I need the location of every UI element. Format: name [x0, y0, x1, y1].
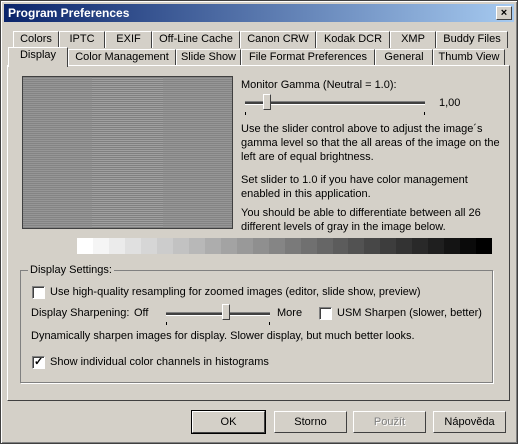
color-channels-label[interactable]: Show individual color channels in histog… [50, 356, 269, 368]
sharpening-label: Display Sharpening: [31, 307, 130, 319]
gray-level-swatch [284, 238, 301, 254]
sharpening-slider-ticks [166, 322, 270, 326]
sharpening-more-label: More [277, 307, 303, 319]
sharpening-slider-thumb[interactable] [222, 304, 231, 320]
gamma-description-line: gamma level so that the all areas of the… [241, 137, 500, 149]
gray-level-swatch [92, 238, 109, 254]
tab-display[interactable]: Display [8, 47, 68, 67]
gray-level-swatch [236, 238, 253, 254]
help-button[interactable]: Nápověda [433, 411, 506, 433]
gray-level-swatch [204, 238, 221, 254]
gray-level-swatch [156, 238, 173, 254]
gray-level-swatch [396, 238, 413, 254]
usm-sharpen-checkbox[interactable] [319, 307, 332, 320]
gray-level-swatch [124, 238, 141, 254]
gray-level-swatch [460, 238, 477, 254]
gray-level-swatch [348, 238, 365, 254]
gray-level-swatch [444, 238, 461, 254]
gray-level-swatch [108, 238, 125, 254]
gray-level-swatch [140, 238, 157, 254]
gamma-slider-thumb[interactable] [262, 94, 271, 110]
hq-resampling-checkbox[interactable] [32, 286, 45, 299]
gamma-value: 1,00 [439, 97, 461, 109]
gamma-label: Monitor Gamma (Neutral = 1.0): [241, 79, 397, 91]
gray-levels-bar [77, 238, 493, 254]
hq-resampling-label[interactable]: Use high-quality resampling for zoomed i… [50, 286, 421, 298]
gray-level-swatch [316, 238, 333, 254]
gamma-slider-track[interactable] [245, 101, 425, 105]
gamma-description-line: left are of equal brightness. [241, 151, 374, 163]
tab-thumb-view[interactable]: Thumb View [433, 49, 505, 66]
gamma-note-line: Set slider to 1.0 if you have color mana… [241, 174, 468, 186]
tab-color-management[interactable]: Color Management [68, 49, 176, 66]
gamma-description: Use the slider control above to adjust t… [241, 122, 500, 164]
gray-level-swatch [428, 238, 445, 254]
tab-iptc[interactable]: IPTC [59, 31, 105, 48]
sharpening-off-label: Off [134, 307, 149, 319]
tab-exif[interactable]: EXIF [105, 31, 152, 48]
gray-level-swatch [172, 238, 189, 254]
slider-tick [245, 112, 246, 115]
tab-canon-crw[interactable]: Canon CRW [240, 31, 316, 48]
gray-levels-note-line: different levels of gray in the image be… [241, 221, 446, 233]
gamma-description-line: Use the slider control above to adjust t… [241, 123, 483, 135]
slider-tick [166, 322, 167, 325]
gray-levels-note-line: You should be able to differentiate betw… [241, 207, 481, 219]
tab-slide-show[interactable]: Slide Show [176, 49, 241, 66]
color-channels-checkbox[interactable]: ✓ [32, 356, 45, 369]
gray-level-swatch [332, 238, 349, 254]
gray-level-swatch [252, 238, 269, 254]
slider-tick [269, 322, 270, 325]
title-bar[interactable]: Program Preferences × [4, 4, 514, 22]
tab-xmp[interactable]: XMP [390, 31, 436, 48]
window-title: Program Preferences [8, 6, 130, 20]
tab-colors[interactable]: Colors [13, 31, 59, 48]
check-mark-icon: ✓ [34, 356, 44, 368]
apply-button[interactable]: Použít [353, 411, 426, 433]
sharpening-slider-track[interactable] [166, 312, 270, 316]
tab-buddy-files[interactable]: Buddy Files [436, 31, 508, 48]
gamma-test-image [22, 76, 233, 229]
sharpen-description: Dynamically sharpen images for display. … [31, 330, 415, 342]
ok-button[interactable]: OK [191, 410, 266, 434]
usm-sharpen-label[interactable]: USM Sharpen (slower, better) [337, 307, 482, 319]
gray-level-swatch [268, 238, 285, 254]
gray-levels-note: You should be able to differentiate betw… [241, 206, 481, 234]
tab-file-format-preferences[interactable]: File Format Preferences [241, 49, 375, 66]
gray-level-swatch [77, 238, 93, 254]
gamma-note-line: enabled in this application. [241, 188, 371, 200]
gamma-slider-ticks [245, 112, 425, 116]
gray-level-swatch [188, 238, 205, 254]
display-settings-title: Display Settings: [28, 264, 114, 276]
gray-level-swatch [412, 238, 429, 254]
gamma-note: Set slider to 1.0 if you have color mana… [241, 173, 468, 201]
cancel-button[interactable]: Storno [274, 411, 347, 433]
gray-level-swatch [380, 238, 397, 254]
tab-kodak-dcr[interactable]: Kodak DCR [316, 31, 390, 48]
close-button[interactable]: × [496, 6, 512, 20]
gray-level-swatch [476, 238, 493, 254]
tab-offline-cache[interactable]: Off-Line Cache [152, 31, 240, 48]
gray-level-swatch [220, 238, 237, 254]
slider-tick [424, 112, 425, 115]
gray-level-swatch [364, 238, 381, 254]
gray-level-swatch [300, 238, 317, 254]
tab-general[interactable]: General [375, 49, 433, 66]
